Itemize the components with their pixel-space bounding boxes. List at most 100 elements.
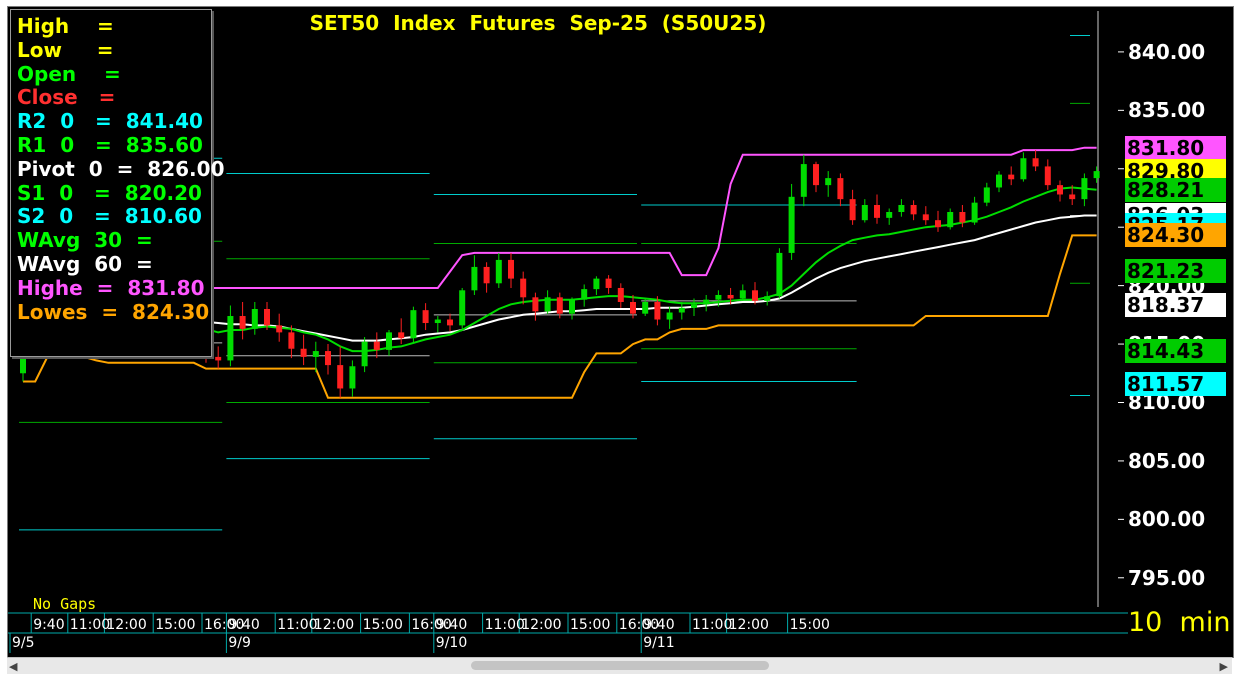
candle-body bbox=[422, 310, 429, 324]
candle-body bbox=[605, 278, 612, 288]
candle-body bbox=[373, 341, 380, 350]
candle-body bbox=[886, 212, 893, 218]
candle-body bbox=[898, 204, 905, 213]
time-tick-label: 15:00 bbox=[155, 617, 196, 633]
candle-body bbox=[349, 366, 356, 389]
legend-entry: WAvg 60 = bbox=[17, 252, 153, 276]
legend-entry: High = bbox=[17, 14, 114, 38]
date-label: 9/10 bbox=[435, 635, 468, 651]
candle-body bbox=[874, 204, 880, 218]
candle-body bbox=[642, 301, 649, 314]
candle-body bbox=[776, 252, 783, 297]
candle-body bbox=[1081, 178, 1088, 200]
candle-body bbox=[215, 356, 222, 361]
time-tick-label: 11:00 bbox=[484, 617, 525, 633]
interval-label[interactable]: 10 min bbox=[1128, 607, 1230, 638]
candle-body bbox=[495, 259, 502, 284]
time-tick-label: 15:00 bbox=[789, 617, 830, 633]
date-label: 9/5 bbox=[12, 635, 35, 651]
time-tick-label: 9:40 bbox=[33, 617, 65, 633]
time-tick-label: 11:00 bbox=[692, 617, 733, 633]
candle-body bbox=[788, 196, 795, 253]
time-tick-label: 9:40 bbox=[643, 617, 675, 633]
candle-body bbox=[727, 294, 734, 299]
candle-body bbox=[1020, 158, 1027, 180]
legend-panel[interactable]: High = Low = Open = Close = R2 0 = 841.40 R1 … bbox=[10, 9, 224, 357]
candle-body bbox=[1093, 171, 1100, 179]
candle-body bbox=[691, 304, 697, 308]
candle-body bbox=[471, 266, 478, 291]
candle-body bbox=[325, 351, 331, 366]
value-tag: 814.43 bbox=[1125, 338, 1226, 363]
time-tick-label: 15:00 bbox=[570, 617, 611, 633]
candle-body bbox=[813, 164, 819, 186]
time-tick-label: 12:00 bbox=[106, 617, 147, 633]
legend-entry: Low = bbox=[17, 37, 114, 62]
candle-body bbox=[361, 341, 368, 367]
legend-entry: R1 0 = 835.60 bbox=[17, 133, 203, 157]
scroll-right-arrow-icon[interactable]: ▶ bbox=[1220, 660, 1228, 673]
candle-body bbox=[922, 214, 929, 221]
candle-body bbox=[1008, 174, 1015, 180]
candle-body bbox=[386, 332, 392, 350]
candle-body bbox=[861, 204, 868, 221]
candle-body bbox=[556, 297, 563, 314]
candle-body bbox=[1032, 158, 1039, 167]
time-tick-label: 11:00 bbox=[277, 617, 318, 633]
candle-body bbox=[300, 348, 307, 357]
candle-body bbox=[1057, 185, 1063, 195]
candle-body bbox=[630, 301, 636, 314]
candle-body bbox=[398, 332, 405, 339]
candle-body bbox=[581, 289, 588, 300]
candle-body bbox=[569, 299, 575, 314]
candle-body bbox=[532, 297, 539, 312]
price-tick-label: 805.00 bbox=[1128, 448, 1206, 473]
chart-title: SET50 Index Futures Sep-25 (S50U25) bbox=[309, 11, 767, 35]
candle-body bbox=[459, 290, 466, 326]
date-label: 9/9 bbox=[228, 635, 251, 651]
scroll-left-arrow-icon[interactable]: ◀ bbox=[9, 660, 17, 673]
candle-body bbox=[520, 278, 527, 298]
value-tag: 824.30 bbox=[1125, 223, 1226, 248]
time-tick-label: 12:00 bbox=[728, 617, 769, 633]
candle-body bbox=[947, 212, 954, 228]
candle-body bbox=[825, 178, 832, 186]
candle-body bbox=[434, 319, 441, 324]
scroll-thumb[interactable] bbox=[471, 661, 769, 670]
value-tag: 831.80 bbox=[1125, 135, 1226, 160]
candle-body bbox=[971, 202, 978, 223]
candle-body bbox=[337, 365, 344, 389]
candle-body bbox=[654, 301, 661, 320]
value-tag: 818.37 bbox=[1125, 292, 1226, 317]
time-tick-label: 15:00 bbox=[362, 617, 403, 633]
price-tick-label: 795.00 bbox=[1128, 565, 1206, 590]
candle-body bbox=[983, 187, 990, 203]
candle-body bbox=[483, 266, 490, 284]
legend-entry: Close = bbox=[17, 85, 116, 110]
legend-entry: S2 0 = 810.60 bbox=[17, 204, 202, 229]
candle-body bbox=[849, 199, 856, 221]
candle-body bbox=[703, 299, 710, 305]
chart-window[interactable]: SET50 Index Futures Sep-25 (S50U25) High… bbox=[7, 6, 1234, 658]
candle-body bbox=[837, 178, 844, 200]
candle-body bbox=[251, 309, 258, 329]
legend-entry: Open = bbox=[17, 61, 121, 86]
candle-body bbox=[410, 310, 417, 339]
candle-body bbox=[800, 164, 807, 197]
candle-body bbox=[617, 287, 624, 302]
candle-body bbox=[666, 312, 673, 320]
horizontal-scrollbar[interactable]: ◀ ▶ bbox=[7, 657, 1232, 674]
time-tick-label: 12:00 bbox=[313, 617, 355, 633]
candle-body bbox=[739, 290, 746, 299]
time-tick-label: 11:00 bbox=[69, 617, 111, 633]
candle-body bbox=[264, 309, 270, 326]
candle-body bbox=[544, 297, 551, 312]
time-tick-label: 9:40 bbox=[435, 617, 468, 633]
candle-body bbox=[593, 278, 600, 290]
value-tag: 811.57 bbox=[1125, 372, 1226, 397]
candle-body bbox=[227, 316, 234, 361]
candle-body bbox=[752, 290, 758, 301]
candle-body bbox=[996, 174, 1002, 188]
candle-body bbox=[447, 319, 453, 326]
candle-body bbox=[239, 316, 246, 329]
